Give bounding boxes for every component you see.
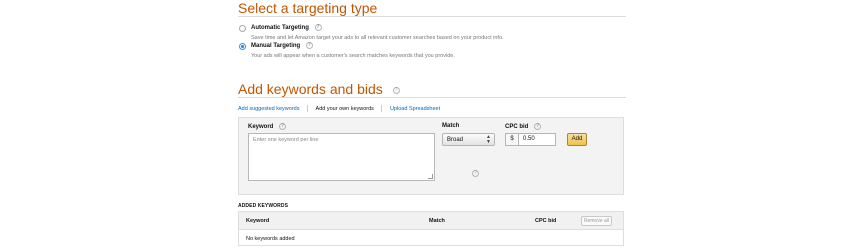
- targeting-divider: [238, 16, 626, 17]
- info-icon[interactable]: ?: [305, 42, 313, 49]
- keywords-divider: [238, 97, 626, 98]
- keyword-textarea[interactable]: Enter one keyword per line: [248, 133, 435, 181]
- tab-separator: [381, 105, 383, 112]
- match-type-select[interactable]: Broad ▲ ▼: [442, 133, 495, 146]
- radio-selected-icon[interactable]: [239, 43, 246, 50]
- empty-table-message: No keywords added: [246, 236, 295, 242]
- added-keywords-heading: ADDED KEYWORDS: [238, 203, 289, 209]
- manual-targeting-label: Manual Targeting: [251, 43, 301, 50]
- info-icon[interactable]: ?: [392, 86, 400, 94]
- add-keyword-button[interactable]: Add: [567, 133, 587, 146]
- keyword-field-label: Keyword ?: [248, 123, 287, 131]
- column-match: Match: [429, 218, 445, 224]
- add-keyword-panel: Keyword ? Enter one keyword per line Mat…: [238, 117, 624, 195]
- info-icon[interactable]: ?: [314, 24, 322, 31]
- tab-upload-spreadsheet[interactable]: Upload Spreadsheet: [390, 106, 440, 112]
- remove-all-button[interactable]: Remove all: [581, 216, 612, 226]
- match-selected-value: Broad: [447, 137, 464, 143]
- info-icon[interactable]: ?: [534, 123, 542, 130]
- automatic-targeting-description: Save time and let Amazon target your ads…: [251, 35, 504, 41]
- keywords-title-text: Add keywords and bids: [238, 81, 383, 97]
- column-cpc-bid: CPC bid: [535, 218, 557, 224]
- bid-field-label: CPC bid ?: [505, 123, 542, 131]
- resize-handle-icon[interactable]: [428, 174, 433, 179]
- keyword-placeholder: Enter one keyword per line: [253, 137, 319, 143]
- info-icon[interactable]: ?: [279, 123, 287, 130]
- currency-symbol: $: [505, 133, 519, 146]
- keywords-section-title: Add keywords and bids ?: [238, 81, 400, 97]
- table-header: Keyword Match CPC bid Remove all: [239, 212, 623, 230]
- keyword-label-text: Keyword: [248, 124, 274, 131]
- bid-input[interactable]: 0.50: [518, 133, 556, 146]
- info-icon[interactable]: ?: [472, 170, 479, 177]
- tab-suggested-keywords[interactable]: Add suggested keywords: [238, 106, 299, 112]
- automatic-targeting-label: Automatic Targeting: [251, 25, 309, 32]
- tab-own-keywords[interactable]: Add your own keywords: [316, 106, 374, 112]
- targeting-section-title: Select a targeting type: [238, 0, 378, 16]
- keyword-tabs: Add suggested keywords Add your own keyw…: [238, 105, 446, 112]
- manual-targeting-description: Your ads will appear when a customer's s…: [251, 53, 455, 59]
- radio-icon[interactable]: [239, 25, 246, 32]
- tab-separator: [307, 105, 308, 112]
- chevron-updown-icon: ▲ ▼: [486, 134, 491, 145]
- column-keyword: Keyword: [246, 218, 270, 224]
- bid-label-text: CPC bid: [505, 124, 529, 131]
- added-keywords-table: Keyword Match CPC bid Remove all No keyw…: [238, 211, 624, 246]
- match-field-label: Match: [442, 123, 460, 129]
